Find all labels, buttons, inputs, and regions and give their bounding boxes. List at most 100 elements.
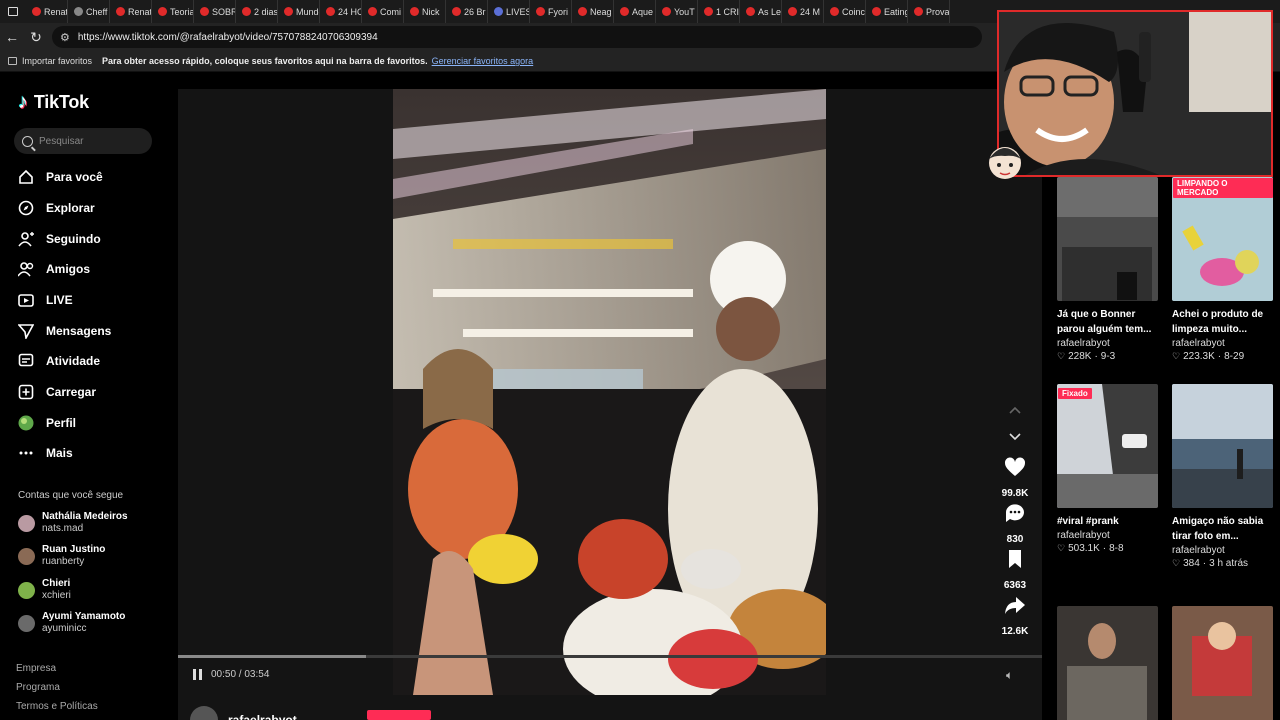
tab-favicon-icon [158,7,167,16]
video-thumbnail[interactable] [1172,384,1273,508]
video-card[interactable]: Já que o Bonner parou alguém tem... rafae… [1057,177,1158,363]
heart-icon [1003,455,1027,484]
video-progress-bar[interactable] [178,655,1042,658]
browser-tab[interactable]: Cheff [68,0,110,23]
tab-favicon-icon [914,7,923,16]
search-box[interactable] [14,128,152,154]
browser-tab[interactable]: Fyori [530,0,572,23]
video-title: Já que o Bonner parou alguém tem... [1057,309,1152,335]
browser-tab[interactable]: 24 M [782,0,824,23]
browser-tab[interactable]: Neag [572,0,614,23]
browser-tab[interactable]: LIVES [488,0,530,23]
heart-button[interactable]: 99.8K [996,455,1034,499]
avatar[interactable] [18,581,35,599]
import-bookmarks-button[interactable]: Importar favoritos [0,56,92,66]
reload-icon[interactable]: ↻ [24,23,48,51]
author-avatar[interactable] [190,706,218,720]
url-text: https://www.tiktok.com/@rafaelrabyot/vid… [77,31,378,43]
followed-account[interactable]: Ruan Justino ruanberty [18,544,105,568]
sidebar-item-para-voce[interactable]: Para você [18,169,103,185]
video-card[interactable]: LIMPANDO O MERCADO Achei o produto de lim… [1172,177,1273,363]
action-count: 830 [1006,534,1024,545]
search-input[interactable] [39,135,139,147]
back-arrow-icon[interactable]: ← [0,23,24,51]
sidebar-item-carregar[interactable]: Carregar [18,384,96,400]
comment-button[interactable]: 830 [996,501,1034,545]
webcam-overlay [997,10,1273,177]
account-username: xchieri [42,590,71,601]
video-card[interactable]: Amigaço não sabia tirar foto em... rafael… [1172,384,1273,570]
browser-tab[interactable]: Coinc [824,0,866,23]
home-icon [18,169,34,185]
video-thumbnail[interactable]: LIMPANDO O MERCADO [1172,177,1273,301]
browser-tab[interactable]: Mundo [278,0,320,23]
sidebar-item-amigos[interactable]: Amigos [18,261,90,277]
share-button[interactable]: 12.6K [996,593,1034,637]
footer-link[interactable]: Termos e Políticas [16,701,98,712]
window-menu-icon[interactable] [0,0,26,23]
tab-label: 26 Br [464,6,486,17]
footer-link[interactable]: Programa [16,682,60,693]
chevron-up-icon[interactable] [1007,402,1023,418]
follow-button[interactable] [367,710,431,720]
action-count: 12.6K [1001,626,1029,637]
volume-icon[interactable]: 🔈︎ [1006,668,1013,683]
browser-tab[interactable]: Renat [110,0,152,23]
author-name[interactable]: rafaelrabyot [228,713,297,720]
sidebar-item-mais[interactable]: Mais [18,445,73,461]
manage-bookmarks-link[interactable]: Gerenciar favoritos agora [432,56,534,66]
avatar[interactable] [18,514,35,532]
tab-favicon-icon [368,7,377,16]
video-player[interactable] [393,89,826,695]
site-info-icon[interactable]: ⚙ [60,31,70,44]
video-frame-illustration [393,89,826,695]
sidebar-item-mensagens[interactable]: Mensagens [18,323,111,339]
compass-icon [18,200,34,216]
browser-tab[interactable]: Teoria [152,0,194,23]
browser-tab[interactable]: As Le [740,0,782,23]
video-card[interactable]: Fixado #viral #prank rafaelrabyot ♡ 503.1K · 8… [1057,384,1158,555]
sidebar-item-live[interactable]: LIVE [18,292,73,308]
bookmark-button[interactable]: 6363 [996,547,1034,591]
tab-favicon-icon [704,7,713,16]
pause-icon[interactable] [193,669,202,680]
video-thumbnail[interactable] [1057,606,1158,720]
browser-tab[interactable]: 26 Br [446,0,488,23]
video-thumbnail[interactable]: Fixado [1057,384,1158,508]
sidebar-item-seguindo[interactable]: Seguindo [18,231,101,247]
tiktok-logo[interactable]: ♪ TikTok [18,91,89,114]
browser-tab[interactable]: Nick [404,0,446,23]
video-thumbnail[interactable] [1057,177,1158,301]
followed-account[interactable]: Nathália Medeiros nats.mad [18,511,128,535]
browser-tab[interactable]: 2 dias [236,0,278,23]
browser-tab[interactable]: SOBR [194,0,236,23]
video-title: Achei o produto de limpeza muito... [1172,309,1264,335]
sidebar-item-atividade[interactable]: Atividade [18,353,100,369]
avatar[interactable] [18,547,35,565]
heart-outline-icon: ♡ [1057,543,1066,553]
browser-tab[interactable]: 1 CRI [698,0,740,23]
address-bar[interactable]: ⚙ https://www.tiktok.com/@rafaelrabyot/v… [52,26,982,48]
browser-tab[interactable]: Comi [362,0,404,23]
browser-tab[interactable]: 24 HO [320,0,362,23]
browser-tab[interactable]: Aque [614,0,656,23]
upload-date: 8-29 [1224,351,1245,362]
followed-account[interactable]: Chieri xchieri [18,578,71,602]
tab-favicon-icon [872,7,881,16]
sidebar-item-perfil[interactable]: Perfil [18,415,76,431]
video-card[interactable] [1057,606,1158,720]
browser-tab[interactable]: Eating [866,0,908,23]
video-author[interactable]: rafaelrabyot [190,706,297,720]
video-card[interactable] [1172,606,1273,720]
browser-tab[interactable]: Renat [26,0,68,23]
tab-label: Fyori [548,6,568,17]
browser-tab[interactable]: Prova [908,0,950,23]
tab-label: Nick [422,6,440,17]
sidebar-item-explorar[interactable]: Explorar [18,200,95,216]
chevron-down-icon[interactable] [1007,429,1023,445]
followed-account[interactable]: Ayumi Yamamoto ayuminicc [18,611,125,635]
avatar[interactable] [18,614,35,632]
browser-tab[interactable]: YouT [656,0,698,23]
footer-link[interactable]: Empresa [16,663,56,674]
video-thumbnail[interactable] [1172,606,1273,720]
